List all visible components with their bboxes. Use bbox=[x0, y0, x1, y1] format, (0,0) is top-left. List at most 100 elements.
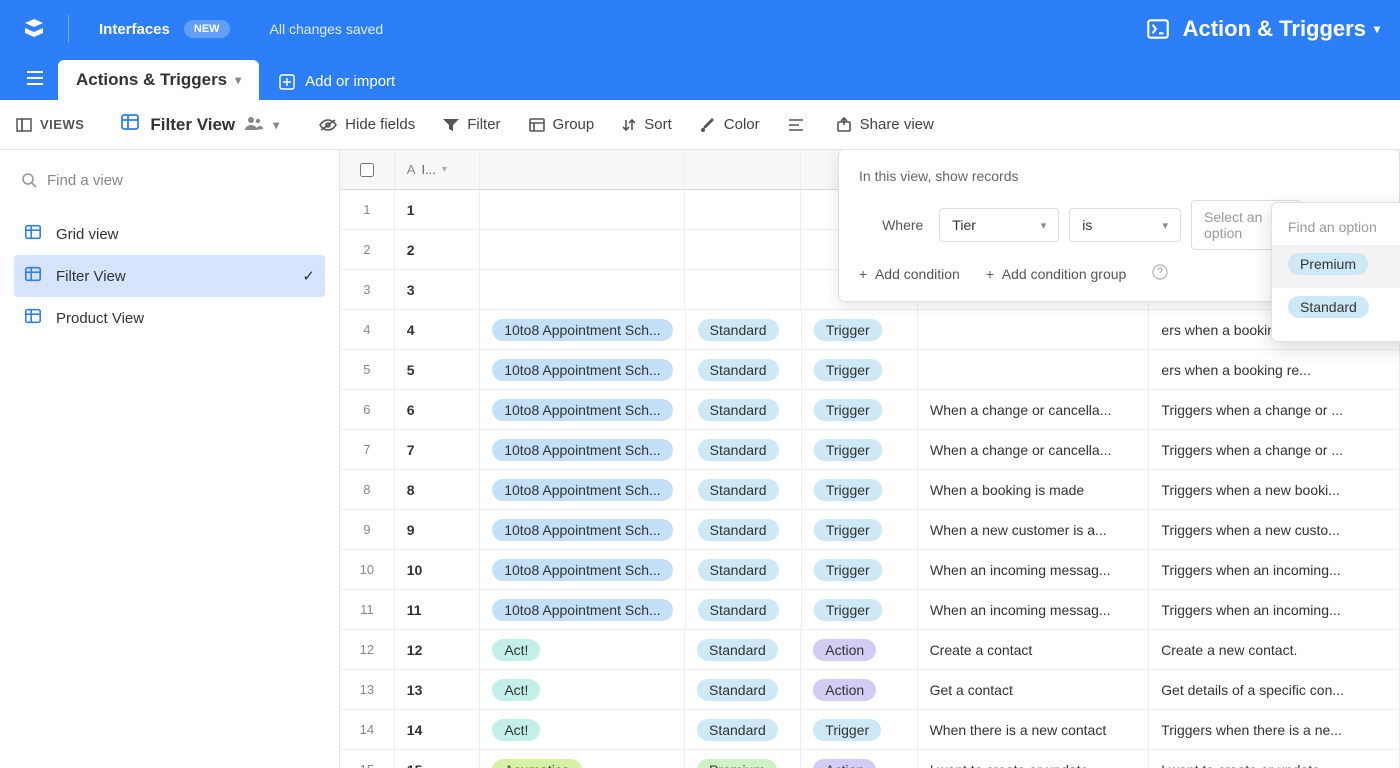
app-cell[interactable] bbox=[480, 270, 685, 309]
tab-actions-triggers[interactable]: Actions & Triggers ▾ bbox=[58, 60, 259, 100]
c5-cell[interactable]: When there is a new contact bbox=[918, 710, 1150, 749]
find-option-input[interactable]: Find an option bbox=[1272, 213, 1400, 245]
c6-cell[interactable]: Triggers when a change or ... bbox=[1149, 430, 1400, 469]
tier-cell[interactable] bbox=[685, 190, 801, 229]
tier-cell[interactable] bbox=[685, 270, 801, 309]
table-row[interactable]: 1414Act!StandardTriggerWhen there is a n… bbox=[340, 710, 1400, 750]
column-header-app[interactable] bbox=[480, 150, 685, 189]
sidebar-view-item[interactable]: Grid view bbox=[14, 213, 325, 255]
table-row[interactable]: 4410to8 Appointment Sch...StandardTrigge… bbox=[340, 310, 1400, 350]
tier-cell[interactable]: Standard bbox=[686, 550, 802, 589]
find-view-input[interactable]: Find a view bbox=[14, 166, 325, 195]
c6-cell[interactable]: Triggers when a new booki... bbox=[1149, 470, 1400, 509]
group-button[interactable]: Group bbox=[529, 116, 595, 133]
filter-operator-select[interactable]: is▾ bbox=[1069, 208, 1181, 242]
id-cell[interactable]: 8 bbox=[395, 470, 480, 509]
c6-cell[interactable]: Triggers when there is a ne... bbox=[1149, 710, 1400, 749]
tier-cell[interactable]: Standard bbox=[685, 630, 801, 669]
hide-fields-button[interactable]: Hide fields bbox=[319, 116, 415, 133]
type-cell[interactable]: Trigger bbox=[802, 470, 918, 509]
add-condition-button[interactable]: + Add condition bbox=[859, 266, 960, 282]
c5-cell[interactable]: I want to create or update ... bbox=[918, 750, 1150, 768]
interfaces-link[interactable]: Interfaces bbox=[99, 21, 170, 38]
table-row[interactable]: 7710to8 Appointment Sch...StandardTrigge… bbox=[340, 430, 1400, 470]
table-row[interactable]: 111110to8 Appointment Sch...StandardTrig… bbox=[340, 590, 1400, 630]
type-cell[interactable]: Trigger bbox=[802, 550, 918, 589]
type-cell[interactable]: Trigger bbox=[802, 350, 918, 389]
id-cell[interactable]: 12 bbox=[395, 630, 481, 669]
chevron-down-icon[interactable]: ▾ bbox=[273, 118, 279, 132]
tier-cell[interactable]: Standard bbox=[686, 470, 802, 509]
help-icon[interactable] bbox=[1152, 264, 1168, 283]
id-cell[interactable]: 5 bbox=[395, 350, 480, 389]
id-cell[interactable]: 10 bbox=[395, 550, 480, 589]
c6-cell[interactable]: Triggers when an incoming... bbox=[1149, 550, 1400, 589]
sort-button[interactable]: Sort bbox=[622, 116, 672, 133]
c5-cell[interactable] bbox=[918, 310, 1149, 349]
base-title[interactable]: Action & Triggers ▾ bbox=[1145, 16, 1380, 42]
column-header-tier[interactable] bbox=[685, 150, 801, 189]
tier-cell[interactable]: Standard bbox=[685, 710, 801, 749]
people-icon[interactable] bbox=[245, 115, 263, 135]
type-cell[interactable]: Trigger bbox=[802, 390, 918, 429]
select-all-checkbox[interactable] bbox=[340, 150, 395, 189]
type-cell[interactable]: Trigger bbox=[801, 710, 917, 749]
filter-field-select[interactable]: Tier▾ bbox=[939, 208, 1059, 242]
c5-cell[interactable]: When a new customer is a... bbox=[918, 510, 1149, 549]
table-row[interactable]: 1313Act!StandardActionGet a contactGet d… bbox=[340, 670, 1400, 710]
id-cell[interactable]: 2 bbox=[395, 230, 481, 269]
id-cell[interactable]: 6 bbox=[395, 390, 480, 429]
table-row[interactable]: 8810to8 Appointment Sch...StandardTrigge… bbox=[340, 470, 1400, 510]
c6-cell[interactable]: ers when a booking re... bbox=[1149, 350, 1400, 389]
tier-cell[interactable]: Standard bbox=[685, 670, 801, 709]
c6-cell[interactable]: Triggers when a new custo... bbox=[1149, 510, 1400, 549]
table-row[interactable]: 101010to8 Appointment Sch...StandardTrig… bbox=[340, 550, 1400, 590]
id-cell[interactable]: 7 bbox=[395, 430, 480, 469]
row-height-button[interactable] bbox=[788, 118, 812, 132]
add-or-import-button[interactable]: Add or import bbox=[279, 73, 395, 100]
views-toggle[interactable]: VIEWS bbox=[16, 117, 84, 133]
tier-cell[interactable]: Standard bbox=[686, 430, 802, 469]
app-cell[interactable]: 10to8 Appointment Sch... bbox=[480, 390, 685, 429]
app-cell[interactable]: 10to8 Appointment Sch... bbox=[480, 590, 685, 629]
app-cell[interactable] bbox=[480, 230, 685, 269]
type-cell[interactable]: Action bbox=[801, 630, 917, 669]
type-cell[interactable]: Action bbox=[801, 750, 917, 768]
c6-cell[interactable]: Triggers when an incoming... bbox=[1149, 590, 1400, 629]
app-cell[interactable]: 10to8 Appointment Sch... bbox=[480, 430, 685, 469]
app-cell[interactable]: 10to8 Appointment Sch... bbox=[480, 470, 685, 509]
table-row[interactable]: 1212Act!StandardActionCreate a contactCr… bbox=[340, 630, 1400, 670]
tier-cell[interactable]: Premium bbox=[685, 750, 801, 768]
tier-cell[interactable]: Standard bbox=[686, 390, 802, 429]
c6-cell[interactable]: Get details of a specific con... bbox=[1149, 670, 1400, 709]
c5-cell[interactable]: Create a contact bbox=[918, 630, 1150, 669]
app-cell[interactable]: Act! bbox=[480, 630, 685, 669]
app-cell[interactable] bbox=[480, 190, 685, 229]
app-cell[interactable]: 10to8 Appointment Sch... bbox=[480, 350, 685, 389]
c6-cell[interactable]: I want to create or update ... bbox=[1149, 750, 1400, 768]
app-cell[interactable]: Act! bbox=[480, 710, 685, 749]
app-logo-icon[interactable] bbox=[20, 15, 48, 43]
c5-cell[interactable]: When a change or cancella... bbox=[918, 390, 1149, 429]
option-premium[interactable]: Premium bbox=[1272, 245, 1400, 288]
app-cell[interactable]: Act! bbox=[480, 670, 685, 709]
id-cell[interactable]: 1 bbox=[395, 190, 481, 229]
id-cell[interactable]: 3 bbox=[395, 270, 481, 309]
app-cell[interactable]: 10to8 Appointment Sch... bbox=[480, 510, 685, 549]
c5-cell[interactable]: When a booking is made bbox=[918, 470, 1149, 509]
add-condition-group-button[interactable]: + Add condition group bbox=[986, 266, 1127, 282]
c6-cell[interactable]: Create a new contact. bbox=[1149, 630, 1400, 669]
option-standard[interactable]: Standard bbox=[1272, 288, 1400, 331]
tier-cell[interactable] bbox=[685, 230, 801, 269]
c5-cell[interactable] bbox=[918, 350, 1149, 389]
table-row[interactable]: 5510to8 Appointment Sch...StandardTrigge… bbox=[340, 350, 1400, 390]
tier-cell[interactable]: Standard bbox=[686, 510, 802, 549]
type-cell[interactable]: Trigger bbox=[802, 510, 918, 549]
table-row[interactable]: 1515AcumaticaPremiumActionI want to crea… bbox=[340, 750, 1400, 768]
table-row[interactable]: 9910to8 Appointment Sch...StandardTrigge… bbox=[340, 510, 1400, 550]
sidebar-view-item[interactable]: Product View bbox=[14, 297, 325, 339]
type-cell[interactable]: Trigger bbox=[802, 310, 918, 349]
tier-cell[interactable]: Standard bbox=[686, 350, 802, 389]
filter-button[interactable]: Filter bbox=[443, 116, 500, 133]
type-cell[interactable]: Trigger bbox=[802, 590, 918, 629]
